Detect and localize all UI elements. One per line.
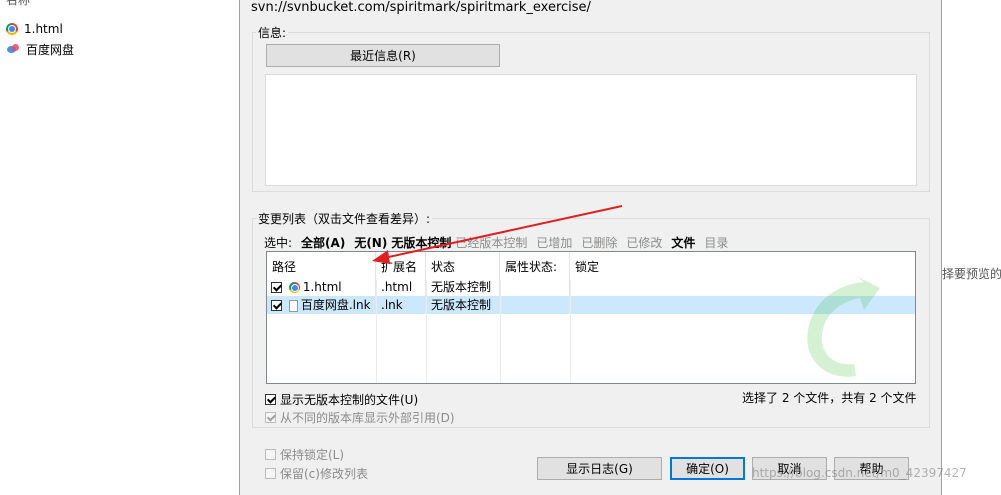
show-externals-checkbox	[265, 412, 276, 423]
keep-changelists-label: 保留(c)修改列表	[280, 467, 368, 481]
keep-locks-option: 保持锁定(L)	[265, 446, 344, 463]
column-divider	[500, 280, 501, 383]
ext-cell: .lnk	[376, 296, 426, 314]
file-name: 1.html	[24, 22, 63, 36]
explorer-file-item[interactable]: 1.html	[6, 20, 63, 38]
prop-status-cell	[500, 278, 570, 296]
explorer-file-item[interactable]: 百度网盘	[6, 40, 74, 58]
chrome-icon	[6, 23, 18, 35]
column-lock[interactable]: 锁定	[570, 252, 630, 280]
show-unversioned-label: 显示无版本控制的文件(U)	[280, 393, 419, 407]
lock-cell	[570, 278, 630, 296]
keep-locks-label: 保持锁定(L)	[280, 448, 345, 462]
column-path[interactable]: 路径	[267, 252, 376, 280]
column-extension[interactable]: 扩展名	[376, 252, 426, 280]
selection-summary: 选择了 2 个文件，共有 2 个文件	[742, 391, 917, 405]
show-externals-label: 从不同的版本库显示外部引用(D)	[280, 411, 455, 425]
filter-unversioned[interactable]: 无版本控制	[391, 234, 451, 251]
show-unversioned-checkbox[interactable]	[265, 394, 276, 405]
commit-message-input[interactable]	[265, 74, 917, 186]
filter-deleted[interactable]: 已删除	[581, 234, 617, 251]
filter-directories[interactable]: 目录	[704, 234, 728, 251]
show-externals-option: 从不同的版本库显示外部引用(D)	[265, 409, 455, 426]
repository-url: svn://svnbucket.com/spiritmark/spiritmar…	[251, 0, 591, 15]
ext-cell: .html	[376, 278, 426, 296]
filter-none[interactable]: 无(N)	[354, 234, 387, 251]
column-status[interactable]: 状态	[426, 252, 500, 280]
filter-all[interactable]: 全部(A)	[301, 234, 345, 251]
info-group-title: 信息:	[256, 24, 289, 41]
ok-button[interactable]: 确定(O)	[670, 457, 745, 480]
chrome-icon	[288, 282, 300, 293]
keep-changelists-option: 保留(c)修改列表	[265, 465, 368, 482]
row-checkbox[interactable]	[271, 282, 282, 293]
filter-files[interactable]: 文件	[671, 234, 695, 251]
lock-cell	[570, 296, 630, 314]
column-divider	[376, 280, 377, 383]
row-checkbox[interactable]	[271, 300, 282, 311]
show-log-button[interactable]: 显示日志(G)	[537, 457, 662, 480]
status-cell: 无版本控制	[426, 296, 500, 314]
keep-locks-checkbox	[265, 449, 276, 460]
changes-group-title: 变更列表（双击文件查看差异）:	[256, 210, 433, 227]
filter-label: 选中:	[264, 235, 293, 250]
column-divider	[426, 280, 427, 383]
filter-modified[interactable]: 已修改	[626, 234, 662, 251]
path-cell: 1.html	[267, 278, 376, 296]
show-unversioned-option[interactable]: 显示无版本控制的文件(U)	[265, 391, 418, 408]
path-text: 百度网盘.lnk	[300, 298, 371, 312]
explorer-pane: 名称 1.html 百度网盘	[0, 0, 239, 495]
preview-hint-text: 择要预览的	[942, 267, 1001, 281]
baidu-netdisk-icon	[6, 43, 20, 55]
name-column-header[interactable]: 名称	[6, 0, 30, 8]
file-icon	[288, 299, 298, 312]
column-divider	[570, 280, 571, 383]
status-cell: 无版本控制	[426, 278, 500, 296]
recent-info-button[interactable]: 最近信息(R)	[266, 44, 500, 67]
tortoise-arrow-icon	[807, 276, 880, 377]
filter-versioned[interactable]: 已经版本控制	[455, 234, 527, 251]
filter-added[interactable]: 已增加	[536, 234, 572, 251]
file-name: 百度网盘	[26, 42, 75, 57]
path-cell: 百度网盘.lnk	[267, 296, 376, 314]
preview-pane	[942, 0, 1001, 495]
watermark-text: https://blog.csdn.net/m0_42397427	[752, 466, 967, 480]
path-text: 1.html	[302, 280, 342, 294]
selection-filter-row: 选中: 全部(A) 无(N) 无版本控制 已经版本控制 已增加 已删除 已修改 …	[264, 233, 737, 251]
prop-status-cell	[500, 296, 570, 314]
keep-changelists-checkbox	[265, 468, 276, 479]
column-prop-status[interactable]: 属性状态:	[500, 252, 570, 280]
